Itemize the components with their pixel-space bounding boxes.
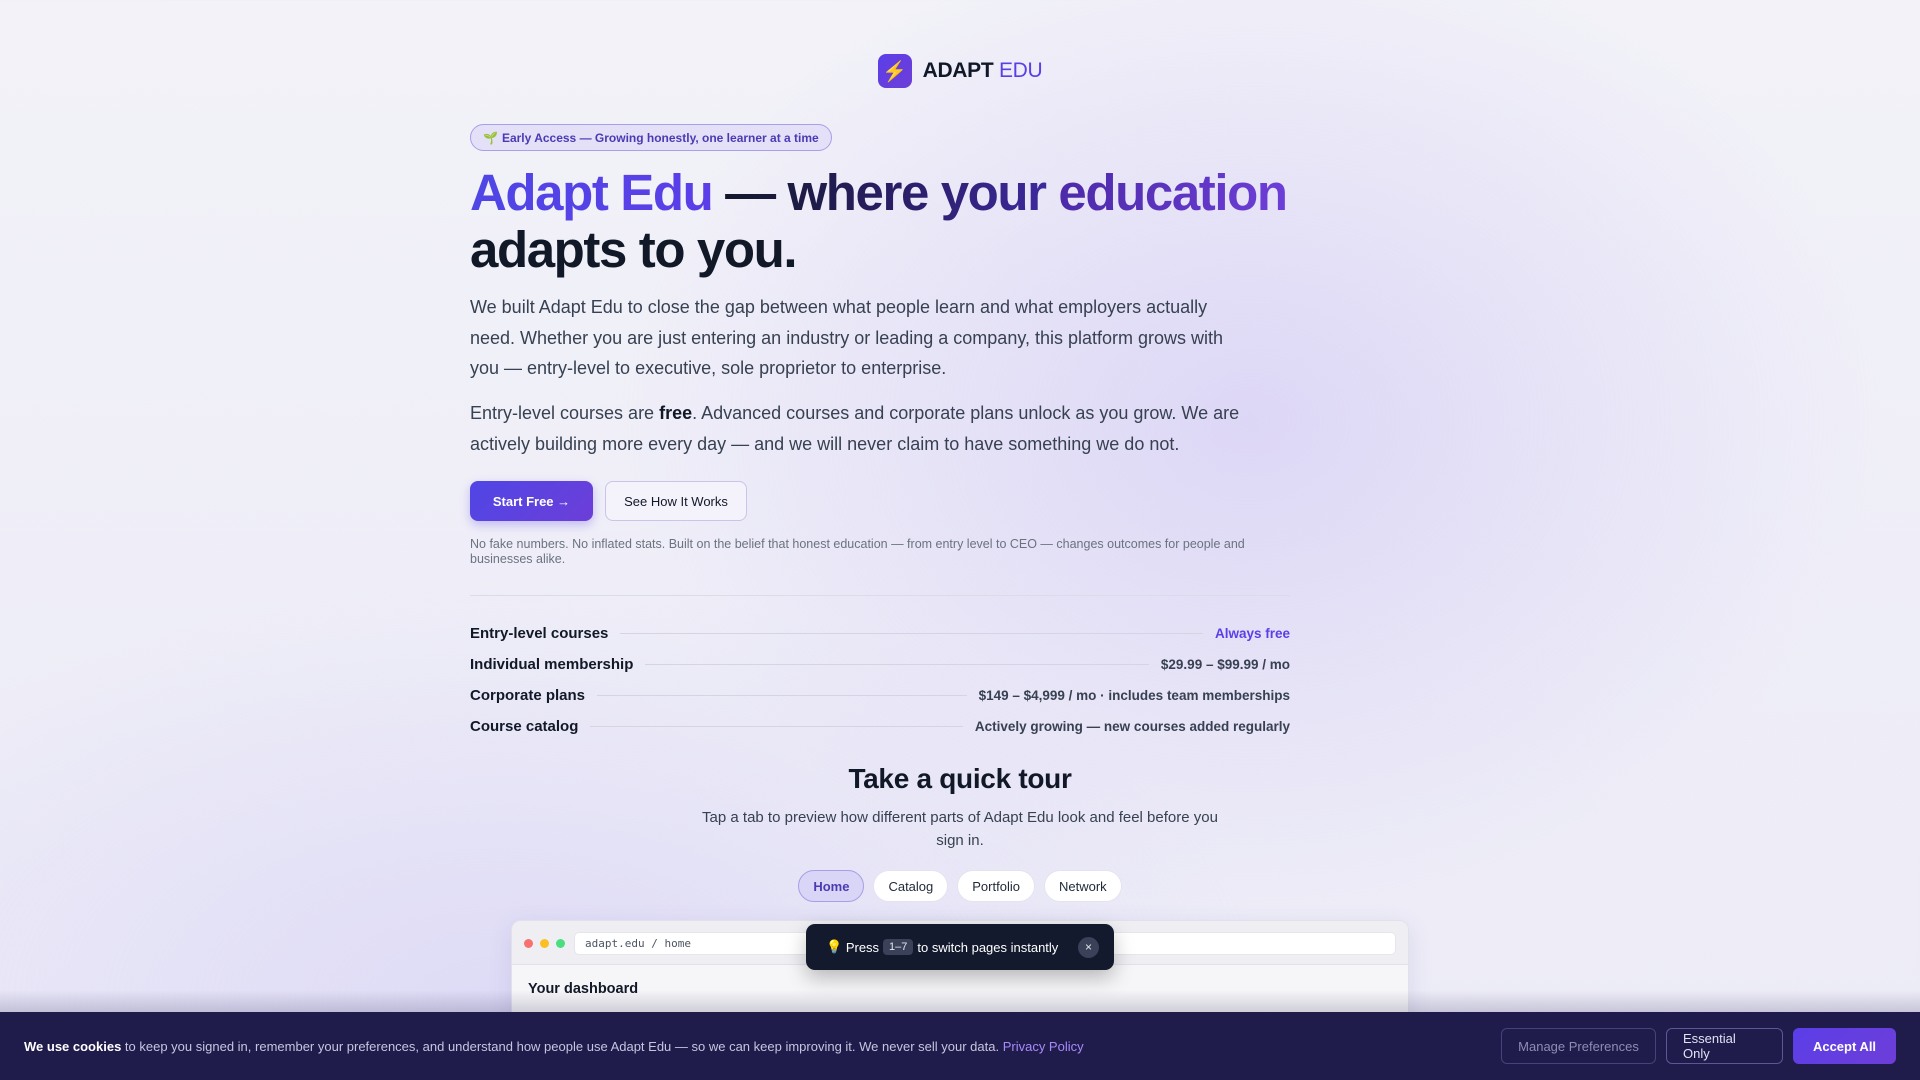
- hero-description: We built Adapt Edu to close the gap betw…: [470, 297, 1224, 378]
- close-dot-icon: [524, 939, 533, 948]
- fact-value: $29.99 – $99.99 / mo: [1160, 657, 1290, 672]
- fact-row: Course catalog Actively growing — new co…: [470, 711, 1290, 742]
- fact-value: $149 – $4,999 / mo · includes team membe…: [978, 688, 1290, 703]
- honesty-disclaimer: No fake numbers. No inflated stats. Buil…: [470, 537, 1245, 566]
- keyboard-hint-toast: 💡 Press 1–7 to switch pages instantly ×: [806, 924, 1114, 970]
- leader-line: [620, 633, 1203, 634]
- logo-wordmark: ADAPT EDU: [922, 59, 1043, 82]
- fact-label: Entry-level courses: [470, 625, 609, 642]
- see-how-it-works-button[interactable]: See How It Works: [605, 481, 747, 521]
- tab-portfolio[interactable]: Portfolio: [957, 870, 1035, 902]
- fact-value: Actively growing — new courses added reg…: [974, 719, 1290, 734]
- maximize-dot-icon: [556, 939, 565, 948]
- fact-value: Always free: [1214, 626, 1290, 641]
- tour-title: Take a quick tour: [848, 763, 1072, 794]
- fact-label: Individual membership: [470, 656, 634, 673]
- cookie-banner-shadow: [0, 990, 1920, 1012]
- tab-home[interactable]: Home: [798, 870, 865, 902]
- seedling-icon: 🌱: [483, 130, 498, 145]
- section-divider: [470, 595, 1290, 596]
- cookie-actions: Manage Preferences Essential Only Accept…: [1501, 1028, 1896, 1064]
- facts-list: Entry-level courses Always free Individu…: [470, 618, 1290, 742]
- tab-catalog[interactable]: Catalog: [873, 870, 949, 902]
- cookie-banner: We use cookies to keep you signed in, re…: [0, 1012, 1920, 1080]
- early-access-badge: 🌱 Early Access — Growing honestly, one l…: [470, 124, 832, 151]
- hero-pricing-note: Entry-level courses are free. Advanced c…: [470, 403, 1240, 454]
- fact-row: Individual membership $29.99 – $99.99 / …: [470, 649, 1290, 680]
- fact-label: Corporate plans: [470, 687, 586, 704]
- leader-line: [590, 726, 963, 727]
- start-free-button[interactable]: Start Free →: [470, 481, 593, 521]
- badge-text: Early Access — Growing honestly, one lea…: [501, 130, 819, 145]
- tab-network[interactable]: Network: [1043, 870, 1122, 902]
- leader-line: [597, 695, 967, 696]
- hero-headline: Adapt Edu — where your education adapts t…: [470, 164, 1288, 278]
- fact-row: Entry-level courses Always free: [470, 618, 1290, 649]
- fact-row: Corporate plans $149 – $4,999 / mo · inc…: [470, 680, 1290, 711]
- manage-preferences-button[interactable]: Manage Preferences: [1501, 1028, 1656, 1064]
- tour-subtitle: Tap a tab to preview how different parts…: [702, 809, 1218, 849]
- shortcut-key: 1–7: [883, 939, 914, 955]
- site-logo[interactable]: ⚡ ADAPT EDU: [0, 54, 1920, 88]
- cookie-message: We use cookies to keep you signed in, re…: [24, 1038, 1084, 1054]
- fact-label: Course catalog: [470, 718, 579, 735]
- tour-tabs: Home Catalog Portfolio Network: [0, 870, 1920, 902]
- accept-all-button[interactable]: Accept All: [1793, 1028, 1896, 1064]
- minimize-dot-icon: [540, 939, 549, 948]
- lightbulb-icon: 💡: [826, 939, 843, 954]
- essential-only-button[interactable]: Essential Only: [1666, 1028, 1783, 1064]
- privacy-policy-link[interactable]: Privacy Policy: [1003, 1039, 1084, 1054]
- lightning-icon: ⚡: [877, 54, 912, 88]
- close-icon[interactable]: ×: [1078, 936, 1099, 958]
- leader-line: [645, 664, 1149, 665]
